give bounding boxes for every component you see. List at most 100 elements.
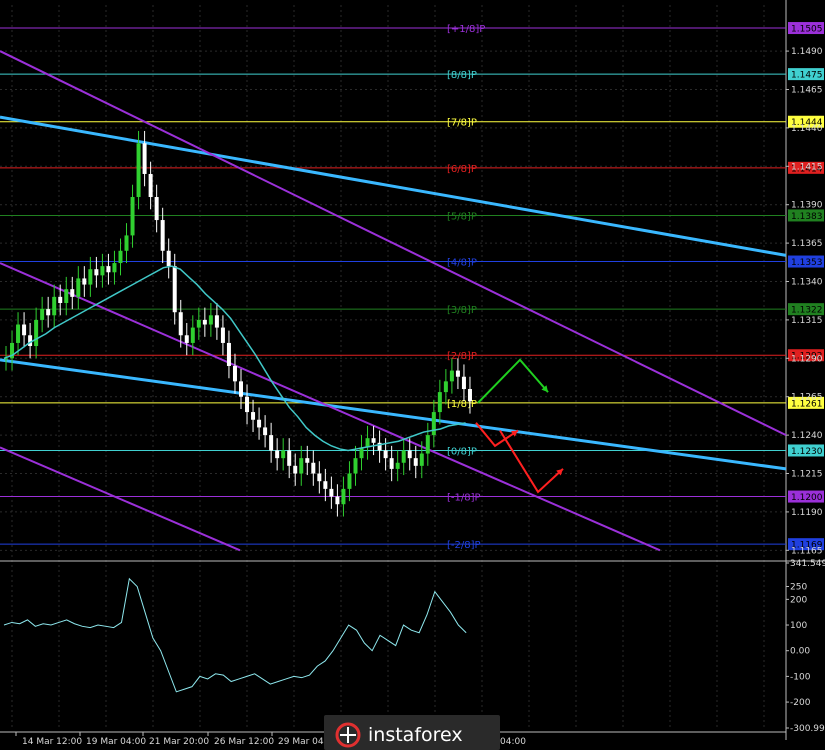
- candle-body: [335, 496, 340, 505]
- candle-body: [52, 296, 57, 316]
- candle-body: [16, 324, 21, 343]
- candle-body: [455, 370, 460, 377]
- candle-body: [347, 473, 352, 489]
- candle-body: [413, 458, 418, 466]
- candle-body: [467, 389, 472, 402]
- oscillator-panel: 341.5495 250 200 100 0.00 -100 -200 -300.994: [3, 559, 825, 734]
- candle-body: [214, 315, 219, 328]
- price-tick-label: 1.1190: [791, 508, 823, 518]
- candle-body: [88, 269, 93, 285]
- candle-body: [28, 335, 33, 347]
- price-tick-label: 1.1165: [791, 546, 823, 556]
- candle-body: [124, 235, 129, 251]
- level-price-badge-text: 1.1322: [791, 306, 823, 316]
- candle-body: [389, 458, 394, 469]
- candle-body: [407, 450, 412, 459]
- forecast-arrow: [477, 358, 549, 404]
- oscillator-tick-label: -300.994: [790, 724, 825, 734]
- candle-body: [226, 342, 231, 366]
- candle-body: [257, 419, 262, 428]
- candle-body: [401, 450, 406, 463]
- level-price-badge-text: 1.1475: [791, 71, 823, 81]
- candle-body: [190, 327, 195, 343]
- murrey-level-label: [3/8]P: [447, 305, 477, 316]
- murrey-level-label: [5/8]P: [447, 211, 477, 222]
- candle-body: [431, 412, 436, 436]
- candle-body: [461, 376, 466, 390]
- candle-body: [443, 381, 448, 393]
- murrey-levels: [+1/8]P 1.1505[8/8]P 1.1475[7/8]P 1.1444[6/…: [0, 22, 824, 551]
- candle-body: [449, 370, 454, 382]
- murrey-level-label: [1/8]P: [447, 399, 477, 410]
- candle-body: [419, 453, 424, 466]
- oscillator-tick-label: 250: [790, 583, 807, 593]
- level-price-badge-text: 1.1200: [791, 493, 823, 503]
- candle-body: [64, 289, 69, 304]
- candle-body: [82, 278, 87, 285]
- level-price-badge-text: 1.1383: [791, 212, 823, 222]
- logo-mark-icon: [335, 722, 361, 748]
- time-tick-label: 21 Mar 20:00: [149, 737, 209, 747]
- time-tick-label: 26 Mar 12:00: [214, 737, 274, 747]
- candle-body: [425, 435, 430, 454]
- candle-body: [148, 173, 153, 198]
- price-tick-label: 1.1365: [791, 239, 823, 249]
- trend-channel-line: [0, 262, 661, 552]
- murrey-level-label: [6/8]P: [447, 164, 477, 175]
- level-price-badge-text: 1.1505: [791, 25, 823, 35]
- candle-body: [275, 450, 280, 459]
- time-tick-label: 19 Mar 04:00: [86, 737, 146, 747]
- candle-body: [263, 427, 268, 436]
- candle-body: [208, 315, 213, 325]
- murrey-level-label: [8/8]P: [447, 70, 477, 81]
- price-tick-label: 1.1315: [791, 316, 823, 326]
- candle-body: [172, 266, 177, 313]
- time-tick-label: 14 Mar 12:00: [22, 737, 82, 747]
- candle-body: [269, 435, 274, 451]
- price-axis: 1.1165 1.1190 1.1215 1.1240 1.1265 1.1290 1.13…: [786, 47, 823, 556]
- forecast-arrows: [475, 358, 564, 494]
- oscillator-tick-label: -200: [790, 698, 811, 708]
- grid-lines: [0, 5, 786, 728]
- candle-body: [112, 263, 117, 273]
- candle-body: [136, 143, 141, 198]
- candle-body: [251, 412, 256, 420]
- channel-lines: [0, 50, 787, 552]
- candle-body: [166, 250, 171, 267]
- oscillator-tick-label: 100: [790, 621, 807, 631]
- candle-body: [58, 296, 63, 304]
- candle-body: [142, 143, 147, 174]
- chart-svg: [+1/8]P 1.1505[8/8]P 1.1475[7/8]P 1.1444[6/…: [0, 0, 825, 750]
- candle-body: [22, 324, 27, 336]
- candle-body: [383, 450, 388, 459]
- time-tick-label: 29 Mar 04:: [278, 737, 327, 747]
- logo-text: instaforex: [368, 724, 463, 746]
- murrey-level-label: [4/8]P: [447, 258, 477, 269]
- candle-body: [118, 250, 123, 264]
- candle-body: [184, 335, 189, 343]
- candle-body: [196, 319, 201, 328]
- candle-body: [220, 327, 225, 343]
- candle-body: [371, 438, 376, 443]
- price-tick-label: 1.1490: [791, 47, 823, 57]
- trend-channel-line: [0, 358, 787, 471]
- candle-body: [178, 312, 183, 336]
- chart-stage: [+1/8]P 1.1505 [8/8]P 1.1475 [7/8]P 1.1444 [6/…: [0, 0, 825, 750]
- murrey-level-label: [7/8]P: [447, 118, 477, 129]
- candle-body: [154, 197, 159, 221]
- price-tick-label: 1.1390: [791, 201, 823, 211]
- candle-body: [341, 488, 346, 505]
- level-price-badge-text: 1.1353: [791, 258, 823, 268]
- price-tick-label: 1.1465: [791, 85, 823, 95]
- candle-body: [34, 319, 39, 347]
- candle-body: [40, 309, 45, 320]
- candle-body: [100, 266, 105, 276]
- candle-body: [70, 289, 75, 297]
- murrey-level-label: [-1/8]P: [447, 493, 481, 504]
- candle-body: [232, 365, 237, 382]
- trend-channel-line: [0, 446, 241, 552]
- candle-body: [293, 465, 298, 474]
- time-tick-label: 04:00: [500, 737, 526, 747]
- price-tick-label: 1.1240: [791, 431, 823, 441]
- candle-body: [323, 481, 328, 489]
